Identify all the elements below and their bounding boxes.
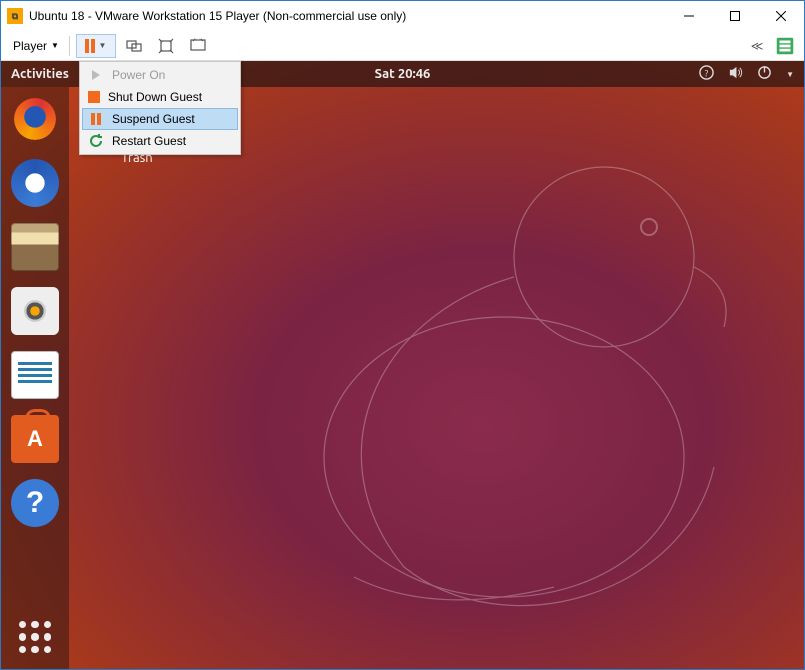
maximize-button[interactable] xyxy=(712,1,758,31)
menu-item-power-on[interactable]: Power On xyxy=(82,64,238,86)
send-ctrl-alt-del-button[interactable] xyxy=(120,34,148,58)
menu-item-suspend-guest[interactable]: Suspend Guest xyxy=(82,108,238,130)
ubuntu-desktop[interactable]: Trash xyxy=(69,87,804,669)
dock-item-thunderbird[interactable] xyxy=(11,159,59,207)
menu-item-label: Shut Down Guest xyxy=(108,90,202,104)
menu-item-restart-guest[interactable]: Restart Guest xyxy=(82,130,238,152)
dock-item-files[interactable] xyxy=(11,223,59,271)
ubuntu-dock: ? xyxy=(1,87,69,669)
activities-button[interactable]: Activities xyxy=(11,67,69,81)
accessibility-icon[interactable]: ? xyxy=(699,65,714,83)
pause-icon xyxy=(88,111,104,127)
restart-icon xyxy=(88,133,104,149)
dock-item-rhythmbox[interactable] xyxy=(11,287,59,335)
chevron-down-icon: ▼ xyxy=(98,41,106,50)
suspend-icon xyxy=(85,39,95,53)
window-controls xyxy=(666,1,804,31)
vmware-icon: ⧉ xyxy=(7,8,23,24)
menu-item-label: Power On xyxy=(112,68,165,82)
toolbar-separator xyxy=(69,36,70,56)
player-menu[interactable]: Player ▼ xyxy=(9,37,63,55)
vmware-player-window: ⧉ Ubuntu 18 - VMware Workstation 15 Play… xyxy=(0,0,805,670)
dock-item-ubuntu-software[interactable] xyxy=(11,415,59,463)
wallpaper-art xyxy=(254,147,774,627)
dock-item-libreoffice-writer[interactable] xyxy=(11,351,59,399)
fullscreen-button[interactable] xyxy=(152,34,180,58)
power-dropdown-menu: Power On Shut Down Guest Suspend Guest R… xyxy=(79,61,241,155)
menu-item-shut-down-guest[interactable]: Shut Down Guest xyxy=(82,86,238,108)
vmware-toolbar: Player ▼ ▼ ≪ xyxy=(1,31,804,61)
svg-text:?: ? xyxy=(705,67,709,78)
menu-item-label: Suspend Guest xyxy=(112,112,195,126)
system-tray[interactable]: ? ▼ xyxy=(699,65,794,83)
chevron-down-icon: ▼ xyxy=(786,70,794,79)
preferences-button[interactable] xyxy=(774,35,796,57)
volume-icon[interactable] xyxy=(728,65,743,83)
minimize-button[interactable] xyxy=(666,1,712,31)
player-menu-label: Player xyxy=(13,39,47,53)
cycle-multiple-monitors-button[interactable]: ≪ xyxy=(744,39,770,53)
menu-item-label: Restart Guest xyxy=(112,134,186,148)
dock-item-firefox[interactable] xyxy=(11,95,59,143)
dock-show-applications[interactable] xyxy=(15,617,55,657)
power-icon[interactable] xyxy=(757,65,772,83)
unity-mode-button[interactable] xyxy=(184,34,212,58)
close-button[interactable] xyxy=(758,1,804,31)
stop-icon xyxy=(88,91,100,103)
power-dropdown-button[interactable]: ▼ xyxy=(76,34,116,58)
dock-item-help[interactable]: ? xyxy=(11,479,59,527)
play-icon xyxy=(88,67,104,83)
window-titlebar: ⧉ Ubuntu 18 - VMware Workstation 15 Play… xyxy=(1,1,804,31)
chevron-down-icon: ▼ xyxy=(51,41,59,50)
window-title: Ubuntu 18 - VMware Workstation 15 Player… xyxy=(29,9,666,23)
